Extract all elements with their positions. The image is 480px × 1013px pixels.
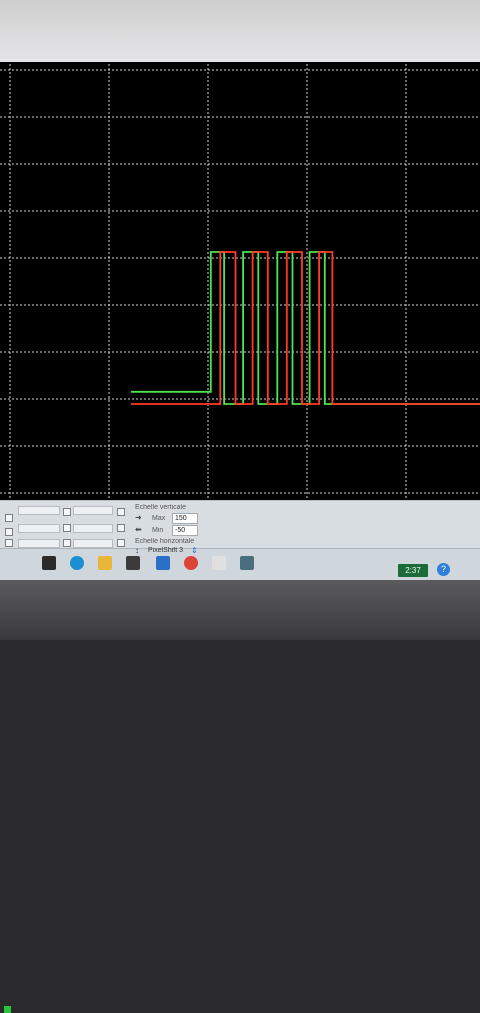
option-b2-checkbox[interactable]: [117, 524, 125, 532]
trace-green: [131, 251, 480, 405]
option-b3-checkbox[interactable]: [117, 539, 125, 547]
horizontal-scale-title: Echelle horizontale: [135, 538, 195, 545]
app-icon[interactable]: [212, 556, 226, 570]
channel-2-field[interactable]: [18, 524, 60, 533]
option-a2-checkbox[interactable]: [63, 524, 71, 532]
option-a1-checkbox[interactable]: [63, 508, 71, 516]
chrome-icon[interactable]: [184, 556, 198, 570]
min-input[interactable]: -50: [172, 525, 198, 536]
param-2-field[interactable]: [73, 524, 113, 533]
monitor-bezel-bottom: [0, 580, 480, 640]
min-label: Min: [152, 527, 164, 534]
monitor-bezel-top: [0, 0, 480, 66]
arrow-right-icon: ➜: [135, 513, 142, 522]
option-b1-checkbox[interactable]: [117, 508, 125, 516]
channel-1-field[interactable]: [18, 506, 60, 515]
file-explorer-icon[interactable]: [98, 556, 112, 570]
channel-3-checkbox[interactable]: [5, 539, 13, 547]
option-a3-checkbox[interactable]: [63, 539, 71, 547]
mail-icon[interactable]: [156, 556, 170, 570]
param-1-field[interactable]: [73, 506, 113, 515]
store-icon[interactable]: [126, 556, 140, 570]
channel-1-checkbox[interactable]: [5, 514, 13, 522]
taskbar-clock: 2:37: [398, 564, 428, 577]
channel-2-checkbox[interactable]: [5, 528, 13, 536]
help-icon[interactable]: ?: [437, 563, 450, 576]
channel-3-field[interactable]: [18, 539, 60, 548]
max-input[interactable]: 150: [172, 513, 198, 524]
pixelshift-select[interactable]: PixelShift 3: [148, 547, 183, 554]
edge-browser-icon[interactable]: [70, 556, 84, 570]
channel-led: [4, 1006, 11, 1013]
arrow-left-icon: ⬅: [135, 525, 142, 534]
updown-arrow-icon[interactable]: ↕: [135, 546, 139, 555]
param-3-field[interactable]: [73, 539, 113, 548]
trace-red: [131, 251, 480, 405]
oscilloscope-plot: [0, 64, 480, 500]
control-panel: Echelle verticale ➜ Max 150 ⬅ Min -50 Ec…: [0, 500, 480, 1013]
max-label: Max: [152, 515, 166, 522]
task-view-icon[interactable]: [42, 556, 56, 570]
scope-app-icon[interactable]: [240, 556, 254, 570]
vertical-scale-title: Echelle verticale: [135, 504, 186, 511]
spinner-icon[interactable]: ⇕: [191, 546, 198, 555]
